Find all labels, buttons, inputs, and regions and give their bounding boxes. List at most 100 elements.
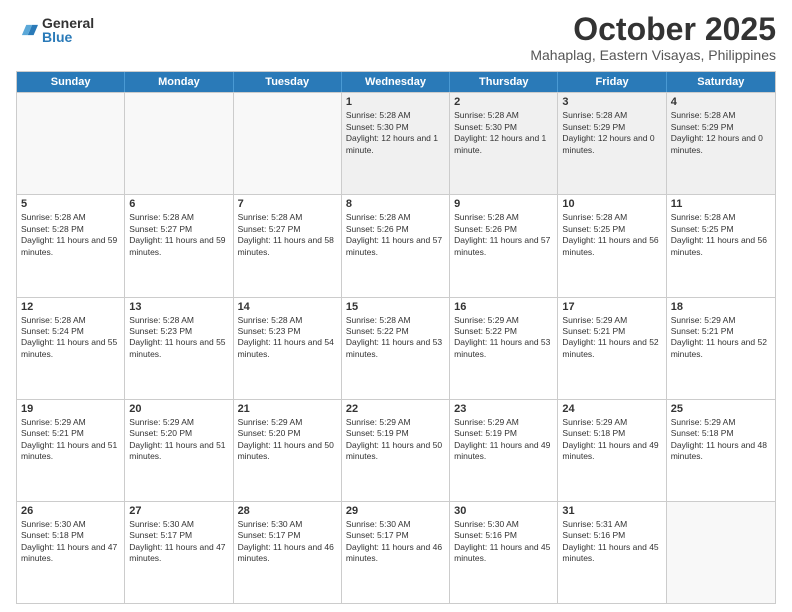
cell-details: Sunrise: 5:28 AMSunset: 5:24 PMDaylight:… bbox=[21, 315, 120, 361]
cell-details: Sunrise: 5:28 AMSunset: 5:26 PMDaylight:… bbox=[346, 212, 445, 258]
calendar-cell: 29Sunrise: 5:30 AMSunset: 5:17 PMDayligh… bbox=[342, 502, 450, 603]
calendar-cell: 18 Sunrise: 5:29 AMSunset: 5:21 PMDayligh… bbox=[667, 298, 775, 399]
day-number: 26 bbox=[21, 505, 120, 517]
day-number: 25 bbox=[671, 403, 771, 415]
cell-details: Sunrise: 5:29 AMSunset: 5:19 PMDaylight:… bbox=[346, 417, 445, 463]
day-number: 20 bbox=[129, 403, 228, 415]
day-number: 16 bbox=[454, 301, 553, 313]
calendar-cell bbox=[17, 93, 125, 194]
cell-details: Sunrise: 5:29 AMSunset: 5:18 PMDaylight:… bbox=[671, 417, 771, 463]
weekday-header: Sunday bbox=[17, 72, 125, 92]
day-number: 6 bbox=[129, 198, 228, 210]
calendar-cell: 15 Sunrise: 5:28 AMSunset: 5:22 PMDayligh… bbox=[342, 298, 450, 399]
cell-details: Sunrise: 5:28 AMSunset: 5:30 PMDaylight:… bbox=[454, 110, 553, 156]
cell-details: Sunrise: 5:29 AMSunset: 5:20 PMDaylight:… bbox=[129, 417, 228, 463]
day-number: 15 bbox=[346, 301, 445, 313]
day-number: 19 bbox=[21, 403, 120, 415]
calendar-row: 19 Sunrise: 5:29 AMSunset: 5:21 PMDayligh… bbox=[17, 399, 775, 501]
day-number: 2 bbox=[454, 96, 553, 108]
day-number: 22 bbox=[346, 403, 445, 415]
subtitle: Mahaplag, Eastern Visayas, Philippines bbox=[530, 47, 776, 63]
day-number: 4 bbox=[671, 96, 771, 108]
cell-details: Sunrise: 5:28 AMSunset: 5:28 PMDaylight:… bbox=[21, 212, 120, 258]
logo-icon bbox=[16, 19, 38, 41]
calendar-cell: 9 Sunrise: 5:28 AMSunset: 5:26 PMDaylight… bbox=[450, 195, 558, 296]
weekday-header: Friday bbox=[558, 72, 666, 92]
calendar-cell bbox=[667, 502, 775, 603]
title-area: October 2025 Mahaplag, Eastern Visayas, … bbox=[530, 12, 776, 63]
cell-details: Sunrise: 5:28 AMSunset: 5:25 PMDaylight:… bbox=[562, 212, 661, 258]
cell-details: Sunrise: 5:31 AMSunset: 5:16 PMDaylight:… bbox=[562, 519, 661, 565]
calendar-cell: 25 Sunrise: 5:29 AMSunset: 5:18 PMDayligh… bbox=[667, 400, 775, 501]
calendar-row: 12Sunrise: 5:28 AMSunset: 5:24 PMDayligh… bbox=[17, 297, 775, 399]
calendar-cell: 28 Sunrise: 5:30 AMSunset: 5:17 PMDayligh… bbox=[234, 502, 342, 603]
calendar-cell: 8 Sunrise: 5:28 AMSunset: 5:26 PMDaylight… bbox=[342, 195, 450, 296]
cell-details: Sunrise: 5:28 AMSunset: 5:26 PMDaylight:… bbox=[454, 212, 553, 258]
calendar-cell: 30Sunrise: 5:30 AMSunset: 5:16 PMDayligh… bbox=[450, 502, 558, 603]
logo: General Blue bbox=[16, 16, 94, 44]
calendar-cell: 24 Sunrise: 5:29 AMSunset: 5:18 PMDayligh… bbox=[558, 400, 666, 501]
calendar-cell: 3Sunrise: 5:28 AMSunset: 5:29 PMDaylight… bbox=[558, 93, 666, 194]
day-number: 18 bbox=[671, 301, 771, 313]
calendar-cell: 2 Sunrise: 5:28 AMSunset: 5:30 PMDaylight… bbox=[450, 93, 558, 194]
cell-details: Sunrise: 5:29 AMSunset: 5:20 PMDaylight:… bbox=[238, 417, 337, 463]
cell-details: Sunrise: 5:28 AMSunset: 5:27 PMDaylight:… bbox=[238, 212, 337, 258]
calendar-cell bbox=[234, 93, 342, 194]
page-container: General Blue October 2025 Mahaplag, East… bbox=[0, 0, 792, 612]
cell-details: Sunrise: 5:29 AMSunset: 5:21 PMDaylight:… bbox=[21, 417, 120, 463]
calendar-cell: 6 Sunrise: 5:28 AMSunset: 5:27 PMDaylight… bbox=[125, 195, 233, 296]
calendar-cell: 19 Sunrise: 5:29 AMSunset: 5:21 PMDayligh… bbox=[17, 400, 125, 501]
day-number: 17 bbox=[562, 301, 661, 313]
day-number: 9 bbox=[454, 198, 553, 210]
day-number: 1 bbox=[346, 96, 445, 108]
cell-details: Sunrise: 5:28 AMSunset: 5:23 PMDaylight:… bbox=[238, 315, 337, 361]
calendar: SundayMondayTuesdayWednesdayThursdayFrid… bbox=[16, 71, 776, 604]
day-number: 27 bbox=[129, 505, 228, 517]
calendar-cell: 20 Sunrise: 5:29 AMSunset: 5:20 PMDayligh… bbox=[125, 400, 233, 501]
calendar-cell: 22 Sunrise: 5:29 AMSunset: 5:19 PMDayligh… bbox=[342, 400, 450, 501]
cell-details: Sunrise: 5:29 AMSunset: 5:21 PMDaylight:… bbox=[671, 315, 771, 361]
cell-details: Sunrise: 5:28 AMSunset: 5:27 PMDaylight:… bbox=[129, 212, 228, 258]
cell-details: Sunrise: 5:29 AMSunset: 5:19 PMDaylight:… bbox=[454, 417, 553, 463]
calendar-cell: 13Sunrise: 5:28 AMSunset: 5:23 PMDayligh… bbox=[125, 298, 233, 399]
calendar-cell: 23 Sunrise: 5:29 AMSunset: 5:19 PMDayligh… bbox=[450, 400, 558, 501]
logo-blue: Blue bbox=[42, 30, 94, 44]
cell-details: Sunrise: 5:29 AMSunset: 5:18 PMDaylight:… bbox=[562, 417, 661, 463]
calendar-cell: 7 Sunrise: 5:28 AMSunset: 5:27 PMDaylight… bbox=[234, 195, 342, 296]
calendar-cell: 4 Sunrise: 5:28 AMSunset: 5:29 PMDaylight… bbox=[667, 93, 775, 194]
day-number: 28 bbox=[238, 505, 337, 517]
calendar-cell: 31 Sunrise: 5:31 AMSunset: 5:16 PMDayligh… bbox=[558, 502, 666, 603]
day-number: 7 bbox=[238, 198, 337, 210]
calendar-cell: 1Sunrise: 5:28 AMSunset: 5:30 PMDaylight… bbox=[342, 93, 450, 194]
calendar-row: 5 Sunrise: 5:28 AMSunset: 5:28 PMDaylight… bbox=[17, 194, 775, 296]
day-number: 30 bbox=[454, 505, 553, 517]
day-number: 31 bbox=[562, 505, 661, 517]
cell-details: Sunrise: 5:28 AMSunset: 5:23 PMDaylight:… bbox=[129, 315, 228, 361]
calendar-cell: 21Sunrise: 5:29 AMSunset: 5:20 PMDayligh… bbox=[234, 400, 342, 501]
calendar-cell: 14 Sunrise: 5:28 AMSunset: 5:23 PMDayligh… bbox=[234, 298, 342, 399]
calendar-cell: 17 Sunrise: 5:29 AMSunset: 5:21 PMDayligh… bbox=[558, 298, 666, 399]
day-number: 3 bbox=[562, 96, 661, 108]
logo-text: General Blue bbox=[42, 16, 94, 44]
cell-details: Sunrise: 5:28 AMSunset: 5:22 PMDaylight:… bbox=[346, 315, 445, 361]
day-number: 10 bbox=[562, 198, 661, 210]
cell-details: Sunrise: 5:28 AMSunset: 5:29 PMDaylight:… bbox=[671, 110, 771, 156]
cell-details: Sunrise: 5:28 AMSunset: 5:25 PMDaylight:… bbox=[671, 212, 771, 258]
calendar-cell: 5 Sunrise: 5:28 AMSunset: 5:28 PMDaylight… bbox=[17, 195, 125, 296]
cell-details: Sunrise: 5:30 AMSunset: 5:18 PMDaylight:… bbox=[21, 519, 120, 565]
day-number: 11 bbox=[671, 198, 771, 210]
calendar-header: SundayMondayTuesdayWednesdayThursdayFrid… bbox=[17, 72, 775, 92]
day-number: 23 bbox=[454, 403, 553, 415]
weekday-header: Wednesday bbox=[342, 72, 450, 92]
weekday-header: Thursday bbox=[450, 72, 558, 92]
calendar-row: 26 Sunrise: 5:30 AMSunset: 5:18 PMDayligh… bbox=[17, 501, 775, 603]
calendar-cell: 10 Sunrise: 5:28 AMSunset: 5:25 PMDayligh… bbox=[558, 195, 666, 296]
day-number: 14 bbox=[238, 301, 337, 313]
day-number: 8 bbox=[346, 198, 445, 210]
cell-details: Sunrise: 5:29 AMSunset: 5:21 PMDaylight:… bbox=[562, 315, 661, 361]
day-number: 5 bbox=[21, 198, 120, 210]
calendar-cell: 11 Sunrise: 5:28 AMSunset: 5:25 PMDayligh… bbox=[667, 195, 775, 296]
day-number: 24 bbox=[562, 403, 661, 415]
cell-details: Sunrise: 5:30 AMSunset: 5:17 PMDaylight:… bbox=[238, 519, 337, 565]
month-title: October 2025 bbox=[530, 12, 776, 47]
